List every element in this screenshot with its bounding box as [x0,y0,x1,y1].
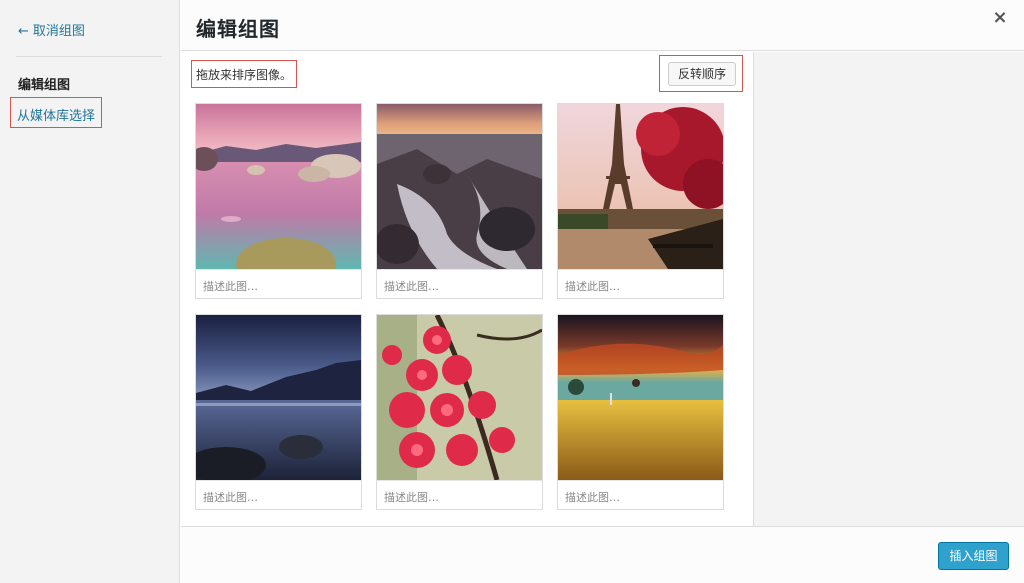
cancel-gallery-link[interactable]: ← 取消组图 [18,20,85,39]
gallery-thumbnail[interactable] [377,315,542,480]
pink-blossoms-image [377,315,542,480]
gallery-item[interactable]: 描述此图… [557,314,724,510]
menu-separator [16,56,162,57]
close-icon[interactable]: × [990,8,1010,28]
media-menu: ← 取消组图 编辑组图 从媒体库选择 [0,0,180,583]
reverse-order-highlight: 反转顺序 [659,55,743,92]
image-caption-field[interactable]: 描述此图… [558,480,723,509]
gallery-content: 拖放来排序图像。 反转顺序 描述此图… 描述此图… 描述此图… 描述此图… 描述… [181,52,753,526]
gallery-item[interactable]: 描述此图… [376,314,543,510]
lake-sunset-image [196,104,361,269]
image-caption-field[interactable]: 描述此图… [196,480,361,509]
gallery-thumbnail[interactable] [196,104,361,269]
gallery-item[interactable]: 描述此图… [195,103,362,299]
gallery-item[interactable]: 描述此图… [557,103,724,299]
modal-header: 编辑组图 × [181,0,1024,51]
image-caption-field[interactable]: 描述此图… [196,269,361,298]
gallery-thumbnail[interactable] [196,315,361,480]
reverse-order-button[interactable]: 反转顺序 [668,62,736,86]
back-arrow-icon: ← [18,24,29,39]
attachment-details-sidebar [753,52,1024,526]
mountain-lake-night-image [196,315,361,480]
waterfall-rocks-image [377,104,542,269]
image-caption-field[interactable]: 描述此图… [377,269,542,298]
gallery-edit-modal: ←取消组图 编辑组图 从媒体库选择 编辑组图 × 拖放来排序图像。 反转顺序 [0,0,1024,583]
image-caption-field[interactable]: 描述此图… [558,269,723,298]
insert-gallery-button[interactable]: 插入组图 [938,542,1009,570]
gallery-item[interactable]: 描述此图… [195,314,362,510]
gallery-item[interactable]: 描述此图… [376,103,543,299]
eiffel-tower-autumn-image [558,104,723,269]
gallery-thumbnail[interactable] [377,104,542,269]
cancel-gallery-label: 取消组图 [32,24,85,39]
drag-sort-hint: 拖放来排序图像。 [191,60,298,88]
gallery-thumbnail[interactable] [558,104,723,269]
image-caption-field[interactable]: 描述此图… [377,480,542,509]
gallery-thumbnail[interactable] [558,315,723,480]
menu-item-select-from-library[interactable]: 从媒体库选择 [10,97,103,128]
modal-toolbar: 插入组图 [181,526,1024,583]
golden-field-sunset-image [558,315,723,480]
page-title: 编辑组图 [196,17,280,41]
menu-item-edit-gallery[interactable]: 编辑组图 [18,74,70,93]
